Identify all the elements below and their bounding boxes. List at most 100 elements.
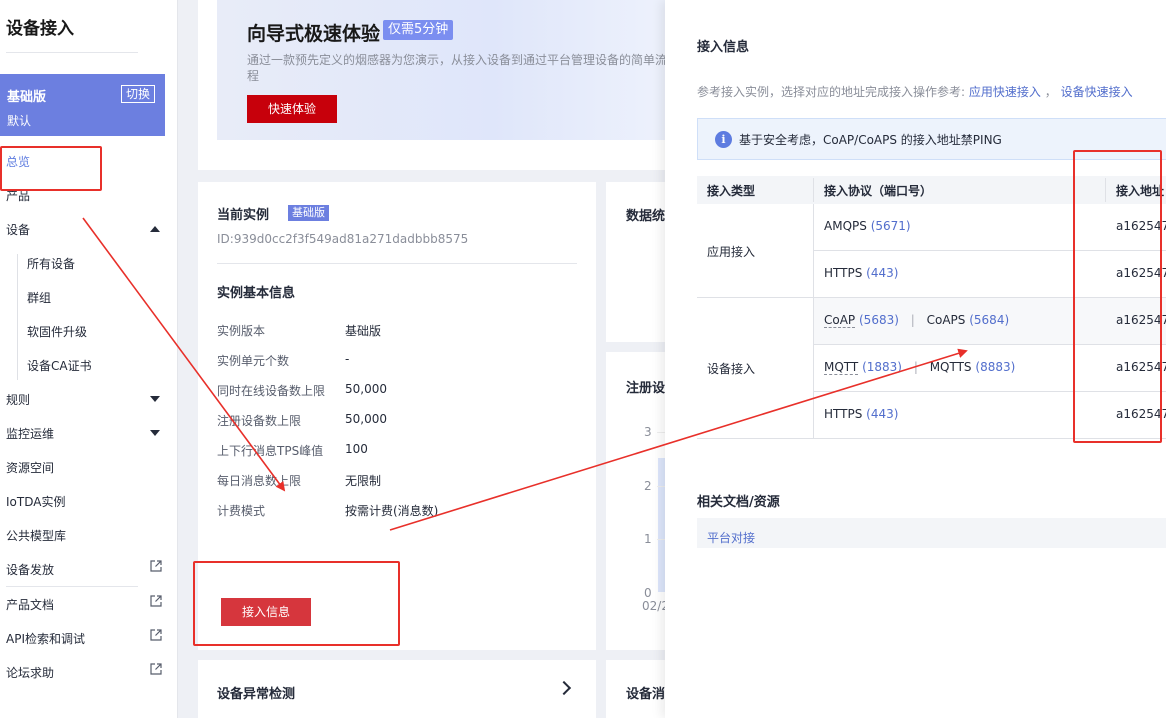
reference-text: 参考接入实例，选择对应的地址完成接入操作参考: xyxy=(697,85,966,99)
y-tick: 3 xyxy=(644,425,652,439)
info-value: 基础版 xyxy=(345,324,382,338)
banner-badge: 仅需5分钟 xyxy=(383,20,454,40)
info-label: 实例版本 xyxy=(217,324,266,338)
sidebar-item-overview[interactable]: 总览 xyxy=(6,152,166,172)
protocol-cell: MQTT (1883) | MQTTS (8883) xyxy=(824,360,1016,375)
sidebar-item-label: API检索和调试 xyxy=(6,632,85,646)
sidebar-item-monitoring[interactable]: 监控运维 xyxy=(6,424,166,444)
instance-id: ID:939d0cc2f3f549ad81a271dadbbb8575 xyxy=(217,232,469,246)
chevron-up-icon xyxy=(150,226,160,232)
sidebar-item-iotda-instance[interactable]: IoTDA实例 xyxy=(6,492,166,512)
edition-card: 基础版 切换 默认 xyxy=(0,74,165,136)
sidebar-item-label: 软固件升级 xyxy=(27,325,88,339)
protocol-port: (443) xyxy=(866,266,899,280)
sidebar-item-device-provisioning[interactable]: 设备发放 xyxy=(6,560,166,580)
protocol-port: (5684) xyxy=(969,313,1010,327)
access-info-button[interactable]: 接入信息 xyxy=(221,598,311,626)
submenu-line xyxy=(17,254,18,380)
info-icon: i xyxy=(715,131,732,148)
anomaly-detection-title: 设备异常检测 xyxy=(217,687,296,702)
address-cell: a162547 xyxy=(1116,313,1166,327)
sidebar-item-label: 规则 xyxy=(6,393,31,407)
sidebar-item-rules[interactable]: 规则 xyxy=(6,390,166,410)
docs-title: 相关文档/资源 xyxy=(697,495,780,510)
protocol-name: CoAPS xyxy=(926,313,966,327)
protocol-port: (5671) xyxy=(870,219,911,233)
info-label: 实例单元个数 xyxy=(217,354,290,368)
sidebar-item-label: 资源空间 xyxy=(6,461,55,475)
external-link-icon xyxy=(150,560,162,572)
access-type-cell: 应用接入 xyxy=(707,245,756,259)
instance-title: 当前实例 xyxy=(217,208,270,223)
sidebar-item-label: 所有设备 xyxy=(27,257,76,271)
edition-default-label: 默认 xyxy=(7,114,32,128)
external-link-icon xyxy=(150,595,162,607)
protocol-port: (1883) xyxy=(862,360,902,374)
column-header: 接入地址 xyxy=(1116,184,1165,198)
info-value: 50,000 xyxy=(345,382,387,396)
info-value: 无限制 xyxy=(345,474,382,488)
sidebar-item-label: 产品 xyxy=(6,189,31,203)
sidebar-title: 设备接入 xyxy=(6,19,74,39)
separator: | xyxy=(913,360,918,374)
sidebar-item-product-docs[interactable]: 产品文档 xyxy=(6,595,166,615)
platform-integration-link[interactable]: 平台对接 xyxy=(707,529,755,546)
sidebar-item-all-devices[interactable]: 所有设备 xyxy=(27,254,162,274)
device-quick-access-link[interactable]: 设备快速接入 xyxy=(1061,85,1133,99)
protocol-name: HTTPS xyxy=(824,407,863,421)
sidebar-item-label: 设备 xyxy=(6,223,31,237)
y-tick: 0 xyxy=(644,586,652,600)
sidebar-item-products[interactable]: 产品 xyxy=(6,186,166,206)
instance-badge: 基础版 xyxy=(288,205,329,221)
protocol-name[interactable]: CoAP xyxy=(824,313,856,328)
protocol-name[interactable]: MQTT xyxy=(824,360,859,375)
info-value: - xyxy=(345,352,350,366)
sidebar-item-public-models[interactable]: 公共模型库 xyxy=(6,526,166,546)
protocol-name: AMQPS xyxy=(824,219,867,233)
sidebar-item-devices[interactable]: 设备 xyxy=(6,220,166,240)
protocol-port: (5683) xyxy=(859,313,899,327)
edition-switch-button[interactable]: 切换 xyxy=(120,85,155,103)
sidebar-item-resource-space[interactable]: 资源空间 xyxy=(6,458,166,478)
info-value: 100 xyxy=(345,442,368,456)
sidebar-item-device-ca[interactable]: 设备CA证书 xyxy=(27,356,162,376)
divider xyxy=(217,263,577,264)
external-link-icon xyxy=(150,629,162,641)
quick-experience-button[interactable]: 快速体验 xyxy=(247,95,337,123)
protocol-name: HTTPS xyxy=(824,266,863,280)
app-quick-access-link[interactable]: 应用快速接入 xyxy=(969,85,1041,99)
sidebar-item-label: IoTDA实例 xyxy=(6,495,66,509)
y-tick: 1 xyxy=(644,532,652,546)
sidebar-item-label: 总览 xyxy=(6,155,31,169)
sidebar-item-label: 论坛求助 xyxy=(6,666,55,680)
sidebar-item-groups[interactable]: 群组 xyxy=(27,288,162,308)
column-separator xyxy=(813,178,814,202)
access-info-drawer: 接入信息 参考接入实例，选择对应的地址完成接入操作参考: 应用快速接入 ， 设备… xyxy=(665,0,1166,718)
banner-description: 通过一款预先定义的烟感器为您演示，从接入设备到通过平台管理设备的简单流程 xyxy=(247,53,668,83)
sidebar-item-api-explorer[interactable]: API检索和调试 xyxy=(6,629,166,649)
docs-row xyxy=(697,518,1166,548)
registered-devices-title: 注册设 xyxy=(626,381,666,396)
chevron-down-icon xyxy=(150,396,160,402)
separator: | xyxy=(910,313,915,327)
external-link-icon xyxy=(150,663,162,675)
row-divider xyxy=(813,344,1166,345)
x-tick: 02/2 xyxy=(642,599,665,613)
info-label: 注册设备数上限 xyxy=(217,414,302,428)
data-stats-title: 数据统 xyxy=(626,209,666,224)
alert-text: 基于安全考虑，CoAP/CoAPS 的接入地址禁PING xyxy=(739,133,1002,147)
address-cell: a162547 xyxy=(1116,266,1166,280)
row-divider xyxy=(813,391,1166,392)
column-header: 接入类型 xyxy=(707,184,756,198)
protocol-cell: AMQPS (5671) xyxy=(824,219,911,233)
protocol-port: (8883) xyxy=(975,360,1016,374)
sidebar-item-forum[interactable]: 论坛求助 xyxy=(6,663,166,683)
sidebar-item-label: 设备发放 xyxy=(6,563,55,577)
sidebar-item-label: 公共模型库 xyxy=(6,529,67,543)
banner-title: 向导式极速体验 xyxy=(247,23,381,45)
sidebar-item-firmware-upgrade[interactable]: 软固件升级 xyxy=(27,322,162,342)
instance-section-title: 实例基本信息 xyxy=(217,286,296,301)
drawer-reference: 参考接入实例，选择对应的地址完成接入操作参考: 应用快速接入 ， 设备快速接入 xyxy=(697,83,1133,100)
y-tick: 2 xyxy=(644,479,652,493)
sidebar-item-label: 群组 xyxy=(27,291,52,305)
